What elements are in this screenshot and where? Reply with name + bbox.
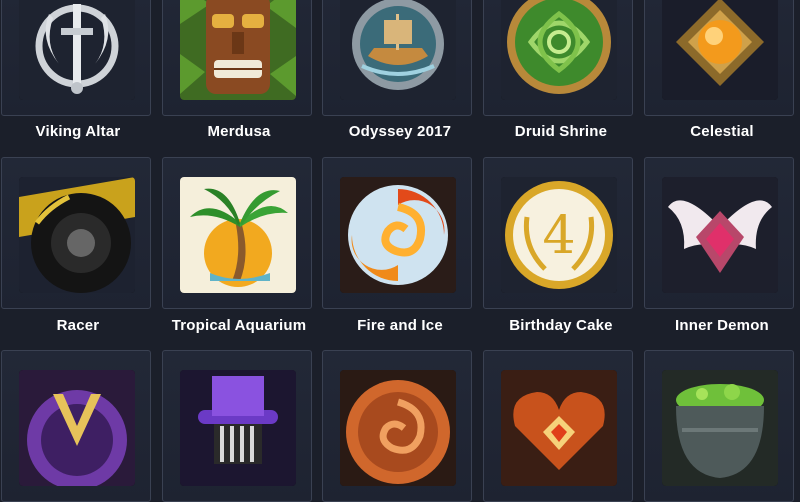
achievement-tile-row3-2[interactable] bbox=[162, 350, 312, 502]
achievement-tile-row3-5[interactable] bbox=[644, 350, 794, 502]
svg-text:4: 4 bbox=[542, 206, 575, 266]
viking-ship-medallion-icon bbox=[340, 0, 456, 100]
achievement-label: Fire and Ice bbox=[357, 317, 443, 334]
achievement-tile-row3-1[interactable] bbox=[1, 350, 151, 502]
racing-tire-icon bbox=[19, 177, 135, 293]
cauldron-icon bbox=[662, 370, 778, 486]
achievement-tile-druid-shrine[interactable] bbox=[483, 0, 633, 116]
golden-orb-icon bbox=[662, 0, 778, 100]
achievement-tile-inner-demon[interactable] bbox=[644, 157, 794, 309]
achievement-tile-row3-4[interactable] bbox=[483, 350, 633, 502]
achievement-tile-racer[interactable] bbox=[1, 157, 151, 309]
winged-gem-icon bbox=[662, 177, 778, 293]
achievement-label: Inner Demon bbox=[675, 317, 769, 334]
spiral-medallion-icon bbox=[340, 370, 456, 486]
achievement-tile-odyssey-2017[interactable] bbox=[322, 0, 472, 116]
achievement-tile-merdusa[interactable] bbox=[162, 0, 312, 116]
achievement-tile-row3-3[interactable] bbox=[322, 350, 472, 502]
achievement-label: Odyssey 2017 bbox=[348, 123, 452, 140]
number-four-laurel-icon: 4 bbox=[501, 177, 617, 293]
fire-ice-swirl-icon bbox=[340, 177, 456, 293]
top-hat-icon bbox=[180, 370, 296, 486]
achievement-label: Viking Altar bbox=[35, 123, 121, 140]
achievement-tile-tropical-aquarium[interactable] bbox=[162, 157, 312, 309]
viking-sword-dragons-icon bbox=[19, 0, 135, 100]
achievement-tile-viking-altar[interactable] bbox=[1, 0, 151, 116]
palm-tree-sun-icon bbox=[180, 177, 296, 293]
achievement-tile-birthday-cake[interactable]: 4 bbox=[483, 157, 633, 309]
achievement-tile-celestial[interactable] bbox=[644, 0, 794, 116]
achievement-grid: Viking Altar Merdusa Odyssey 2017 Druid … bbox=[0, 0, 800, 502]
achievement-label: Celestial bbox=[690, 123, 754, 140]
tiki-mask-icon bbox=[180, 0, 296, 100]
achievement-label: Racer bbox=[56, 317, 100, 334]
heart-gem-icon bbox=[501, 370, 617, 486]
achievement-label: Birthday Cake bbox=[509, 317, 613, 334]
purple-v-emblem-icon bbox=[19, 370, 135, 486]
achievement-label: Tropical Aquarium bbox=[171, 317, 307, 334]
achievement-label: Merdusa bbox=[207, 123, 271, 140]
achievement-label: Druid Shrine bbox=[514, 123, 608, 140]
celtic-knot-icon bbox=[501, 0, 617, 100]
achievement-tile-fire-and-ice[interactable] bbox=[322, 157, 472, 309]
